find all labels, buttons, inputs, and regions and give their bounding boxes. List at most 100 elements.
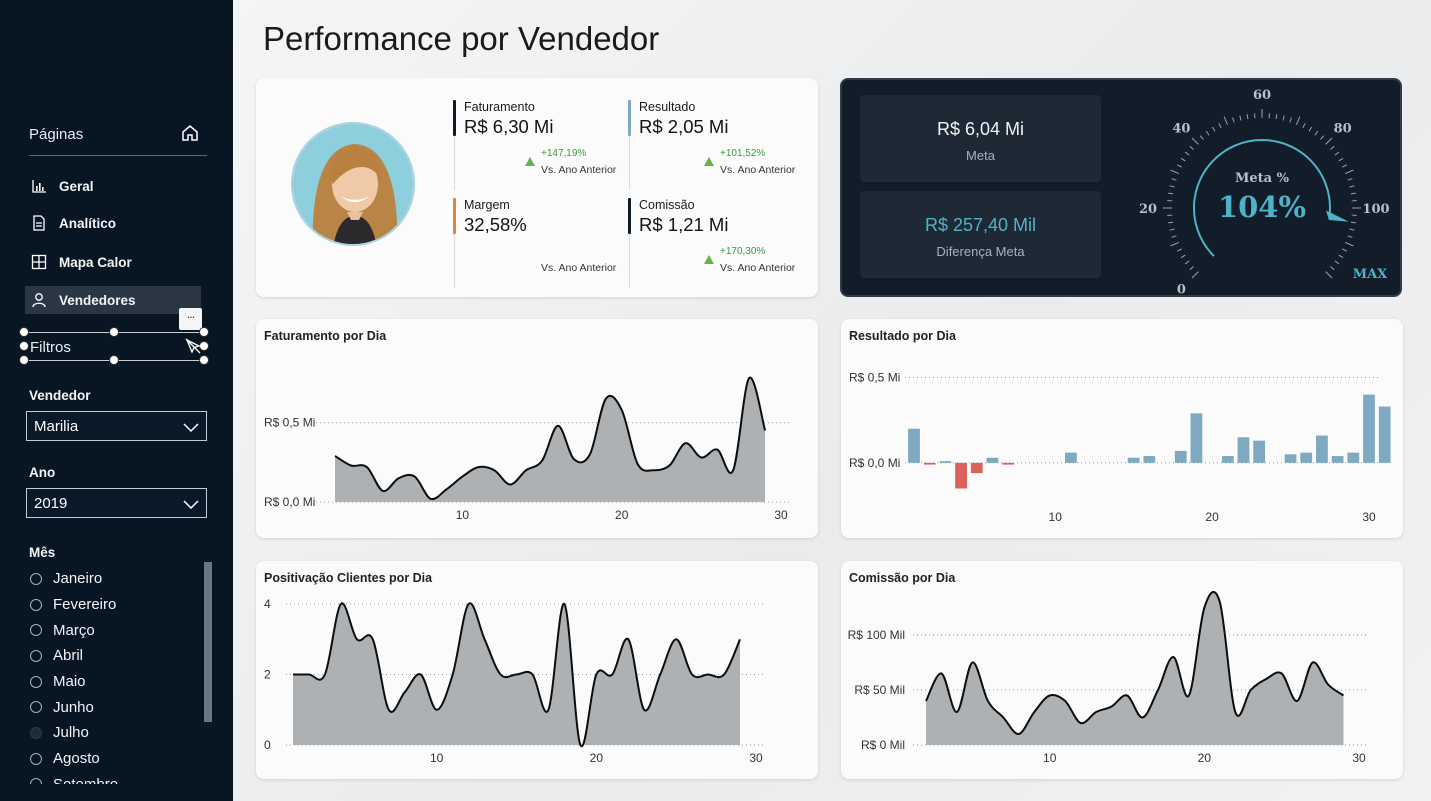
gauge-tick <box>1199 135 1204 140</box>
resize-handle[interactable] <box>109 327 119 337</box>
month-list: Janeiro Fevereiro Março Abril Maio Junho… <box>30 566 206 784</box>
gauge-tick <box>1282 115 1285 121</box>
resize-handle[interactable] <box>199 355 209 365</box>
resize-handle[interactable] <box>19 355 29 365</box>
meta-label: Meta <box>966 148 995 163</box>
bar <box>1190 413 1203 463</box>
profile-card: Faturamento R$ 6,30 Mi +147,19% Vs. Ano … <box>256 78 818 297</box>
gauge-tick <box>1344 241 1354 247</box>
meta-value: R$ 6,04 Mi <box>936 119 1025 139</box>
grid-icon <box>31 254 47 270</box>
resize-handle[interactable] <box>199 327 209 337</box>
bar <box>1363 394 1375 463</box>
y-tick-label: R$ 100 Mil <box>848 628 905 642</box>
gauge-tick <box>1205 130 1210 136</box>
kpi-name: Faturamento <box>464 100 535 114</box>
trend-up-icon <box>525 157 535 166</box>
clear-filter-icon[interactable] <box>184 337 202 355</box>
month-option[interactable]: Maio <box>30 669 206 695</box>
kpi-comparison: Vs. Ano Anterior <box>720 164 796 176</box>
faturamento-chart: R$ 0,0 Mi R$ 0,5 Mi 10 20 30 <box>264 376 791 522</box>
home-icon[interactable] <box>181 124 199 142</box>
month-option[interactable]: Março <box>30 617 206 643</box>
divider <box>454 136 455 190</box>
chart-card-resultado: Resultado por Dia R$ 0,0 Mi R$ 0,5 Mi 10 20… <box>841 319 1403 538</box>
gauge-tick <box>1168 192 1174 195</box>
month-label: Janeiro <box>53 570 103 588</box>
bar <box>1331 456 1344 463</box>
bar <box>1237 437 1250 463</box>
more-options-button[interactable]: ··· <box>179 308 202 330</box>
nav-vendedores[interactable]: Vendedores <box>25 286 201 314</box>
diff-box: R$ 257,40 Mil Diferença Meta <box>860 191 1101 278</box>
gauge-tick <box>1295 116 1301 126</box>
month-option[interactable]: Abril <box>30 643 206 669</box>
x-tick-label: 30 <box>774 508 788 522</box>
gauge-tick <box>1338 157 1344 162</box>
kpi-faturamento: Faturamento R$ 6,30 Mi +147,19% Vs. Ano … <box>453 100 616 190</box>
ano-select[interactable]: 2019 <box>26 488 207 518</box>
nav-label: Vendedores <box>59 292 136 308</box>
sidebar: Páginas Geral Analítico Mapa Calor Vende… <box>0 0 233 801</box>
nav-analitico[interactable]: Analítico <box>25 209 201 237</box>
radio-button[interactable] <box>30 752 42 765</box>
chart-card-faturamento: Faturamento por Dia R$ 0,0 Mi R$ 0,5 Mi 10… <box>256 319 818 538</box>
radio-button[interactable] <box>30 726 42 739</box>
bar <box>955 462 967 489</box>
month-label: Fevereiro <box>53 596 117 614</box>
filters-label: Filtros <box>30 339 71 356</box>
bar <box>1002 462 1015 465</box>
y-tick-label: R$ 0,5 Mi <box>849 371 900 385</box>
bar <box>1284 454 1297 463</box>
radio-button[interactable] <box>30 778 42 784</box>
kpi-value: 32,58% <box>464 214 527 235</box>
radio-button[interactable] <box>30 649 42 662</box>
month-option[interactable]: Junho <box>30 694 206 720</box>
vendedor-select[interactable]: Marilia <box>26 411 207 441</box>
bar <box>970 462 983 474</box>
gauge-tick <box>1189 145 1194 150</box>
kpi-name: Margem <box>464 198 510 212</box>
month-list-scrollbar[interactable] <box>204 562 212 722</box>
nav-mapa-calor[interactable]: Mapa Calor <box>25 248 201 276</box>
resize-handle[interactable] <box>19 341 29 351</box>
gauge-tick <box>1232 117 1235 123</box>
gauge-tick <box>1334 151 1340 156</box>
ano-value: 2019 <box>34 494 68 512</box>
gauge-tick <box>1338 254 1344 259</box>
bar <box>986 457 999 463</box>
bar <box>923 462 936 465</box>
nav-geral[interactable]: Geral <box>25 172 201 200</box>
gauge-tick <box>1191 137 1199 145</box>
radio-button[interactable] <box>30 675 42 688</box>
gauge-tick <box>1223 116 1229 126</box>
radio-button[interactable] <box>30 701 42 714</box>
gauge-tick-label: 20 <box>1139 202 1157 217</box>
x-tick-label: 20 <box>1198 751 1212 765</box>
gauge-tick <box>1171 235 1177 238</box>
filters-header[interactable]: Filtros <box>19 327 209 365</box>
kpi-value: R$ 2,05 Mi <box>639 116 729 137</box>
pages-label: Páginas <box>29 126 84 143</box>
month-option[interactable]: Agosto <box>30 746 206 772</box>
x-tick-label: 30 <box>749 751 763 765</box>
gauge-tick <box>1320 135 1325 140</box>
month-option[interactable]: Janeiro <box>30 566 206 592</box>
resize-handle[interactable] <box>19 327 29 337</box>
month-option[interactable]: Fevereiro <box>30 592 206 618</box>
radio-button[interactable] <box>30 624 42 637</box>
nav-label: Geral <box>59 178 94 194</box>
month-label: Julho <box>53 724 89 742</box>
kpi-name: Comissão <box>639 198 695 212</box>
bar <box>1300 452 1313 463</box>
month-option-selected[interactable]: Julho <box>30 720 206 746</box>
radio-button[interactable] <box>30 572 42 585</box>
kpi-delta: +170,30% <box>720 246 766 257</box>
x-tick-label: 20 <box>1205 510 1219 524</box>
radio-button[interactable] <box>30 598 42 611</box>
gauge-tick <box>1349 185 1355 188</box>
bar <box>908 428 920 463</box>
month-option[interactable]: Setembro <box>30 772 206 784</box>
resize-handle[interactable] <box>109 355 119 365</box>
y-tick-label: 2 <box>264 668 271 682</box>
